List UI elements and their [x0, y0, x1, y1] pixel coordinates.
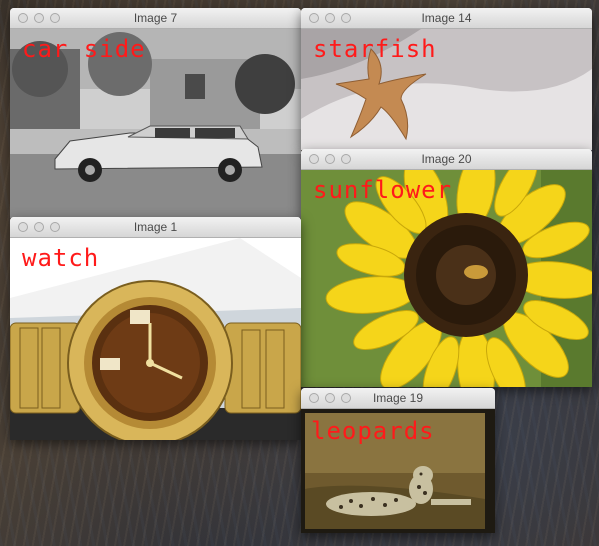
image-window-sunflower[interactable]: Image 20 sunflower [301, 149, 592, 387]
window-titlebar[interactable]: Image 1 [10, 217, 301, 238]
window-title: Image 14 [421, 11, 472, 25]
image-window-car-side[interactable]: Image 7 car side [10, 8, 301, 218]
window-titlebar[interactable]: Image 19 [301, 388, 495, 409]
image-canvas: car side [10, 29, 301, 218]
class-label: watch [22, 244, 100, 272]
image-canvas: leopards [301, 409, 495, 533]
class-label: car side [22, 35, 146, 63]
class-label: starfish [313, 35, 437, 63]
window-titlebar[interactable]: Image 20 [301, 149, 592, 170]
image-canvas: watch [10, 238, 301, 440]
image-window-leopards[interactable]: Image 19 leopards [301, 388, 495, 533]
window-titlebar[interactable]: Image 7 [10, 8, 301, 29]
image-canvas: sunflower [301, 170, 592, 387]
image-window-watch[interactable]: Image 1 watch [10, 217, 301, 440]
class-label: leopards [311, 417, 435, 445]
image-window-starfish[interactable]: Image 14 starfish [301, 8, 592, 150]
image-canvas: starfish [301, 29, 592, 150]
window-title: Image 1 [133, 220, 178, 234]
window-titlebar[interactable]: Image 14 [301, 8, 592, 29]
window-title: Image 7 [133, 11, 178, 25]
class-label: sunflower [313, 176, 453, 204]
window-title: Image 20 [421, 152, 472, 166]
window-title: Image 19 [372, 391, 424, 405]
